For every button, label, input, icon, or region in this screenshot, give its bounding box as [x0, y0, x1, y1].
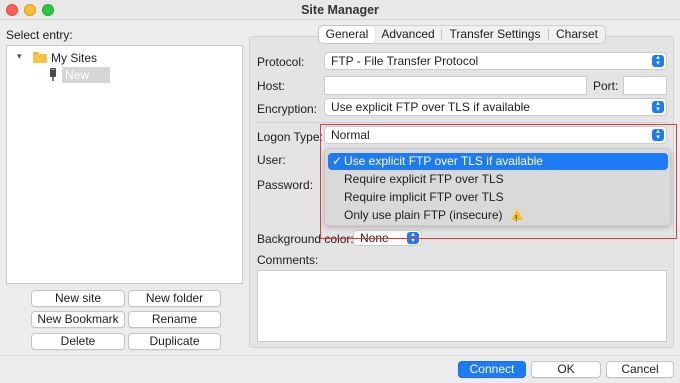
rename-button[interactable]: Rename	[128, 311, 221, 328]
port-label: Port:	[593, 79, 619, 93]
comments-textarea[interactable]	[257, 270, 667, 342]
footer-divider	[0, 355, 680, 356]
new-folder-button[interactable]: New folder	[128, 290, 221, 307]
encryption-select-value: Use explicit FTP over TLS if available	[331, 100, 530, 114]
new-site-button[interactable]: New site	[31, 290, 125, 307]
tree-item-my-sites[interactable]: My Sites	[51, 51, 97, 65]
protocol-label: Protocol:	[257, 55, 305, 69]
delete-button[interactable]: Delete	[31, 333, 125, 350]
server-icon	[50, 68, 56, 81]
expand-chevron-icon[interactable]: ▾	[17, 51, 22, 62]
section-divider	[256, 122, 668, 123]
window-title: Site Manager	[301, 3, 379, 17]
protocol-select-value: FTP - File Transfer Protocol	[331, 54, 479, 68]
ok-button[interactable]: OK	[531, 361, 601, 378]
tree-item-new-site[interactable]: New site	[62, 67, 110, 98]
tab-general[interactable]: General	[319, 26, 375, 43]
tab-charset[interactable]: Charset	[549, 26, 605, 43]
cancel-button[interactable]: Cancel	[606, 361, 674, 378]
host-label: Host:	[257, 79, 286, 93]
select-arrows-icon: ▴ ▾	[652, 54, 664, 67]
select-entry-label: Select entry:	[6, 28, 73, 42]
user-label: User:	[257, 153, 286, 167]
encryption-select[interactable]: Use explicit FTP over TLS if available ▴…	[324, 98, 667, 116]
site-manager-window: Site Manager Select entry: ▾ My Sites Ne…	[0, 0, 680, 383]
connect-button[interactable]: Connect	[458, 361, 526, 378]
comments-label: Comments:	[257, 253, 319, 267]
folder-icon	[33, 52, 47, 63]
select-arrows-icon: ▴ ▾	[652, 100, 664, 113]
new-bookmark-button[interactable]: New Bookmark	[31, 311, 125, 328]
password-label: Password:	[257, 178, 314, 192]
tab-transfer-settings[interactable]: Transfer Settings	[442, 26, 548, 43]
settings-tabs: General Advanced Transfer Settings Chars…	[318, 25, 606, 44]
logon-type-label: Logon Type:	[257, 130, 323, 144]
encryption-label: Encryption:	[257, 102, 318, 116]
site-tree[interactable]: ▾ My Sites New site	[6, 45, 243, 284]
annotation-highlight-box	[320, 124, 677, 239]
duplicate-button[interactable]: Duplicate	[128, 333, 221, 350]
host-field[interactable]	[324, 76, 587, 95]
title-bar: Site Manager	[0, 0, 680, 20]
tab-advanced[interactable]: Advanced	[375, 26, 441, 43]
port-field[interactable]	[623, 76, 667, 95]
protocol-select[interactable]: FTP - File Transfer Protocol ▴ ▾	[324, 52, 667, 70]
